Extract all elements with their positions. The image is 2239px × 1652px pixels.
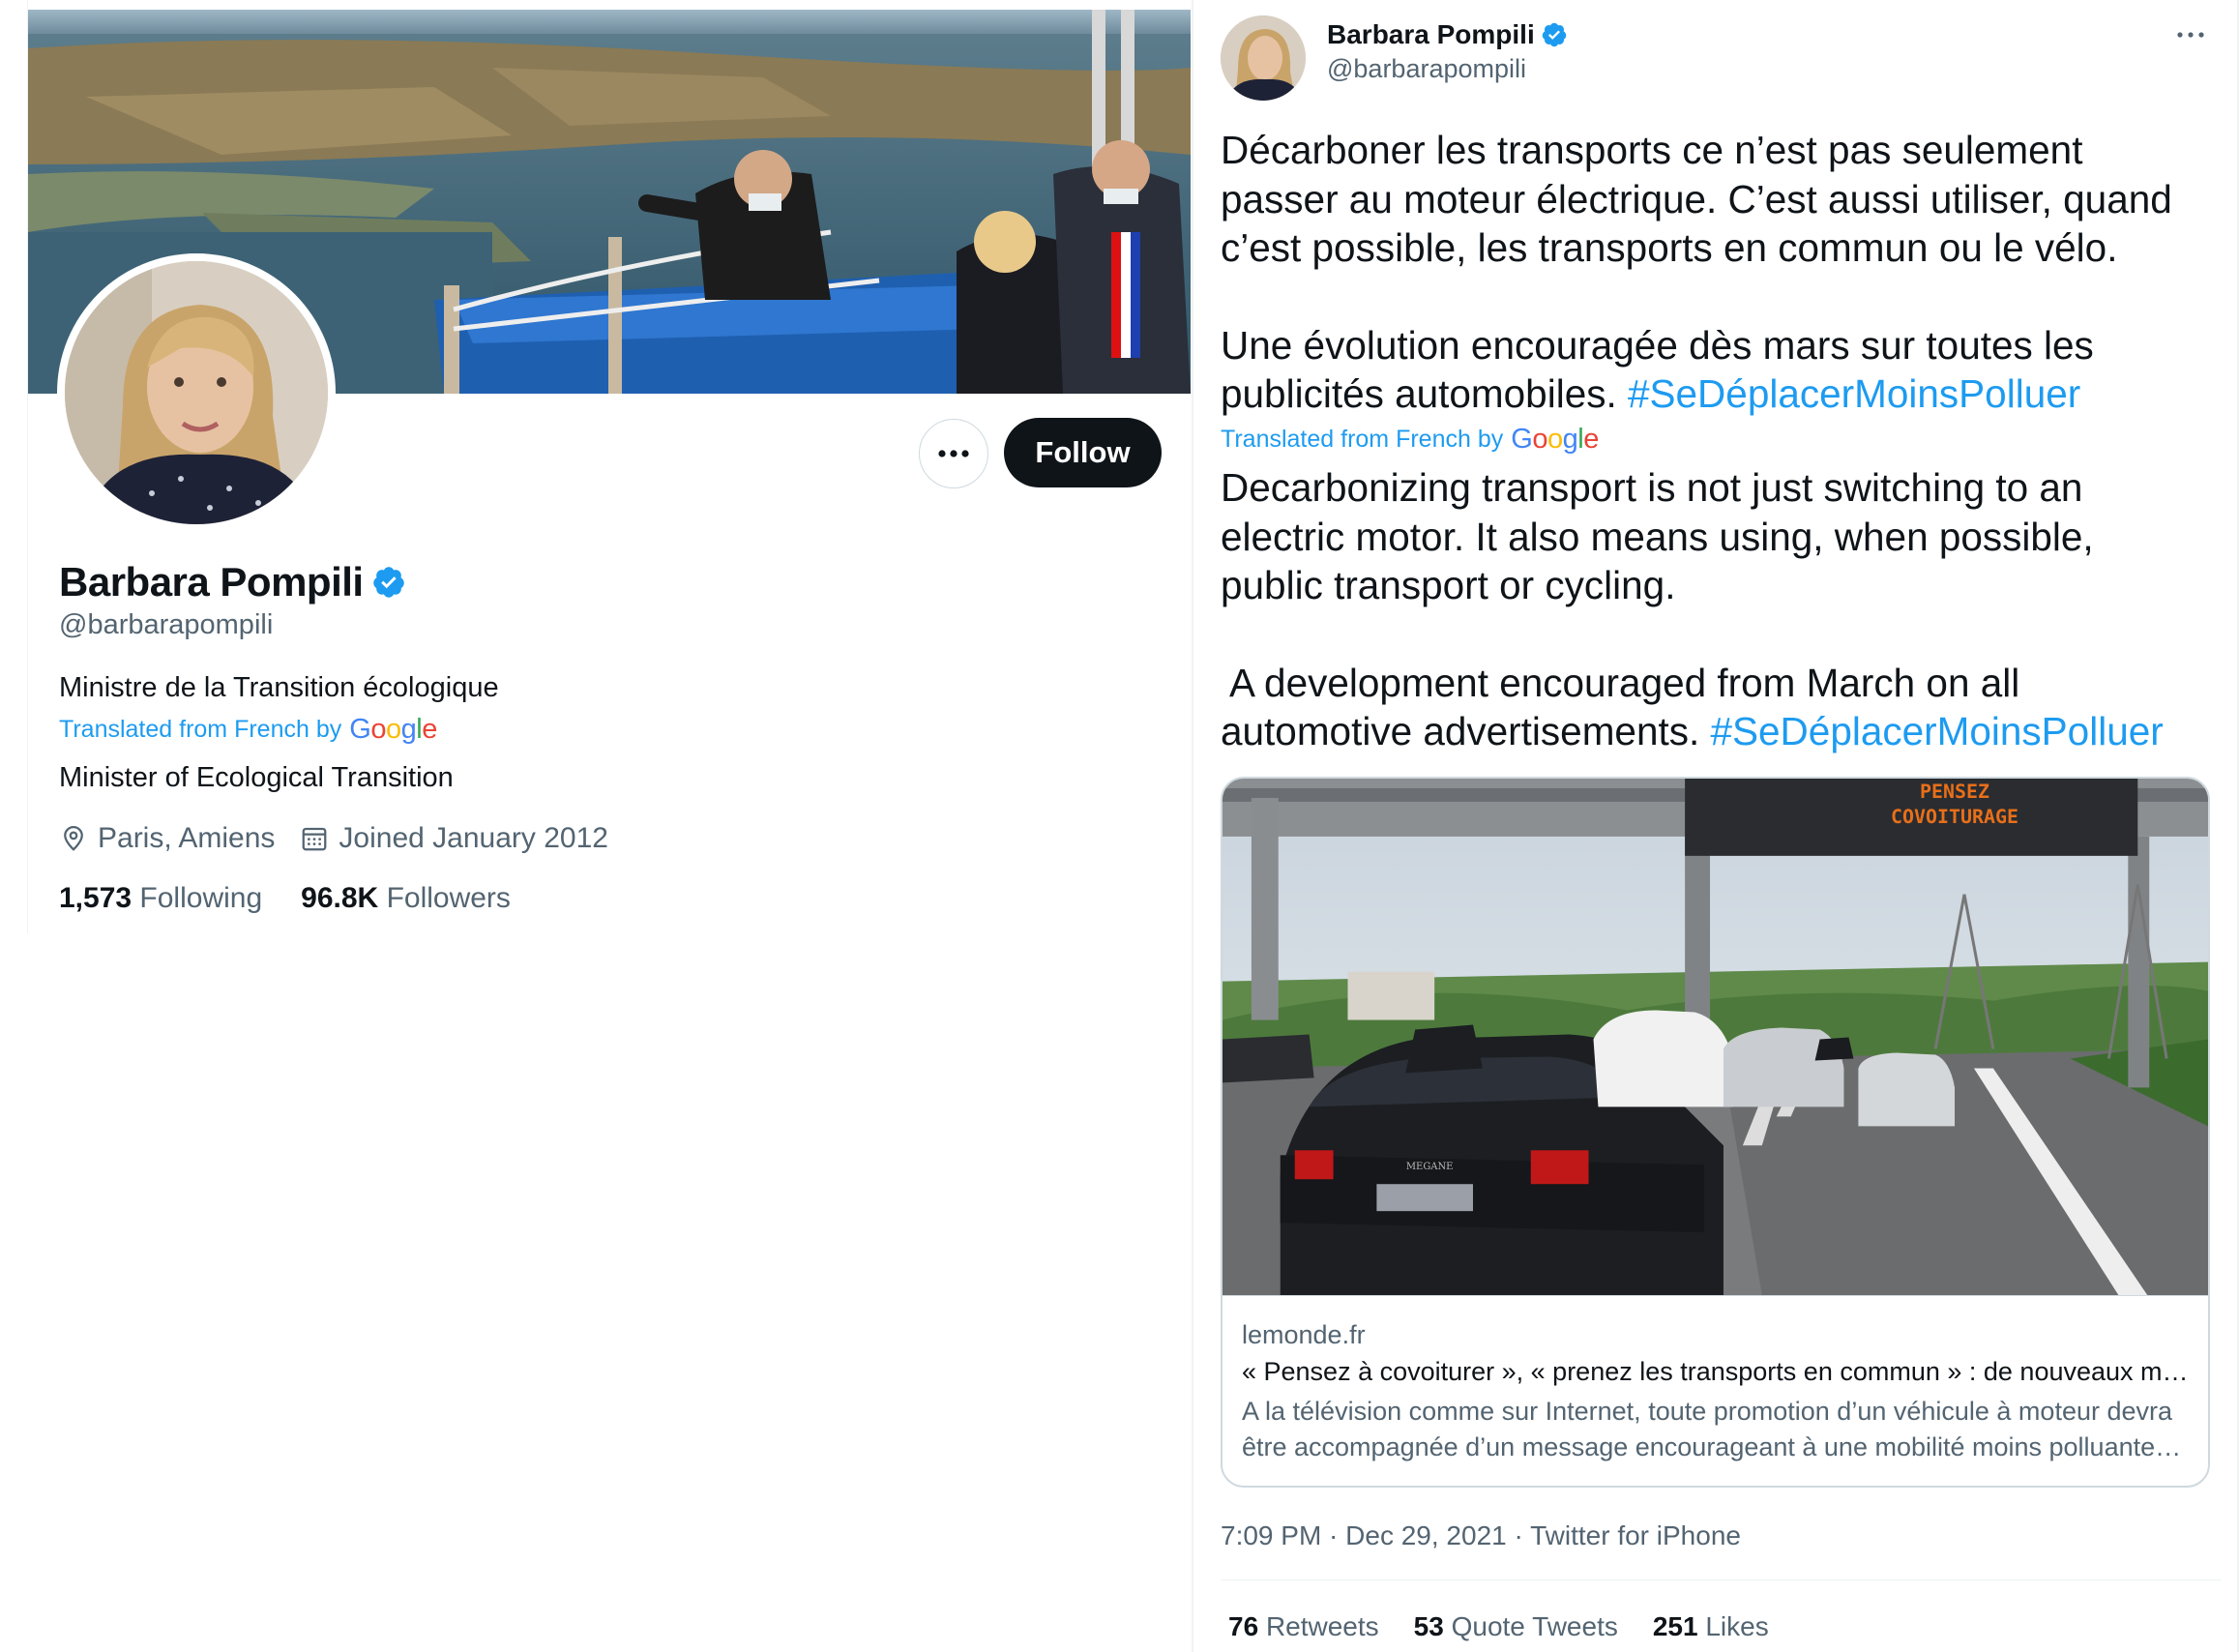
tweet-translation-fragment: automotive advertisements.	[1221, 709, 1711, 753]
likes-label: Likes	[1705, 1611, 1769, 1641]
tweet-author-name[interactable]: Barbara Pompili	[1327, 19, 1568, 50]
hashtag-link[interactable]: #SeDéplacerMoinsPolluer	[1628, 371, 2080, 416]
card-sign-line2: COVOITURAGE	[1891, 805, 2018, 828]
link-preview-card[interactable]: PENSEZ COVOITURAGE MEGANE lemonde.fr « P…	[1221, 777, 2210, 1488]
tweet-translation: Decarbonizing transport is not just swit…	[1221, 463, 2226, 756]
profile-panel: Follow Barbara Pompili @barbarapompili M…	[27, 0, 1191, 933]
tweet-translation-line: Decarbonizing transport is not just swit…	[1221, 465, 2083, 510]
quotes-label: Quote Tweets	[1451, 1611, 1618, 1641]
tweet-translation-line: public transport or cycling.	[1221, 563, 1676, 607]
tweet-more-button[interactable]	[2171, 21, 2210, 48]
calendar-icon	[303, 827, 327, 851]
joined-text: Joined January 2012	[339, 822, 608, 854]
tweet-author-avatar[interactable]	[1221, 15, 1306, 101]
followers-link[interactable]: 96.8K Followers	[301, 882, 511, 915]
quotes-count: 53	[1413, 1611, 1444, 1641]
tweet-timestamp[interactable]: 7:09 PM · Dec 29, 2021 · Twitter for iPh…	[1221, 1520, 1741, 1551]
followers-label: Followers	[386, 882, 511, 914]
profile-bio-translated: Minister of Ecological Transition	[59, 762, 454, 793]
profile-name-text: Barbara Pompili	[59, 559, 364, 605]
tweet-text-fragment: publicités automobiles.	[1221, 371, 1628, 416]
tweet-text-line: passer au moteur électrique. C’est aussi…	[1221, 176, 2172, 221]
tweet-translation-line: A development encouraged from March on a…	[1221, 660, 2020, 705]
card-sign-line1: PENSEZ	[1920, 780, 1989, 803]
verified-badge-icon	[372, 567, 404, 598]
profile-stats: 1,573 Following 96.8K Followers	[59, 882, 511, 915]
profile-display-name: Barbara Pompili	[59, 559, 406, 605]
card-domain: lemonde.fr	[1242, 1320, 1366, 1349]
likes-link[interactable]: 251 Likes	[1653, 1611, 1769, 1642]
card-title: « Pensez à covoiturer », « prenez les tr…	[1242, 1357, 2195, 1386]
tweet-engagement-stats: 76 Retweets 53 Quote Tweets 251 Likes	[1228, 1611, 1769, 1642]
profile-bio: Ministre de la Transition écologique	[59, 672, 499, 703]
google-logo-icon: Google	[1511, 424, 1599, 455]
retweets-link[interactable]: 76 Retweets	[1228, 1611, 1379, 1642]
profile-more-button[interactable]	[919, 419, 988, 488]
tweet-text-line: c’est possible, les transports en commun…	[1221, 225, 2118, 270]
tweet-translation-line: electric motor. It also means using, whe…	[1221, 514, 2094, 559]
following-count: 1,573	[59, 882, 133, 914]
tweet-text: Décarboner les transports ce n’est pas s…	[1221, 126, 2226, 419]
tweet-author-name-text: Barbara Pompili	[1327, 19, 1535, 49]
likes-count: 251	[1652, 1611, 1698, 1641]
retweets-count: 76	[1228, 1611, 1259, 1641]
ellipsis-icon	[938, 450, 969, 457]
location-pin-icon	[64, 826, 83, 851]
link-preview-image: PENSEZ COVOITURAGE MEGANE	[1223, 779, 2208, 1296]
tweet-translated-link[interactable]: Translated from French by Google	[1221, 424, 1599, 456]
profile-translated-link[interactable]: Translated from French by Google	[59, 714, 437, 746]
translated-label: Translated from French by	[1221, 426, 1504, 453]
follow-button[interactable]: Follow	[1004, 418, 1162, 487]
profile-handle: @barbarapompili	[59, 609, 274, 640]
tweet-text-line: publicités automobiles. #SeDéplacerMoins…	[1221, 369, 2226, 419]
quote-tweets-link[interactable]: 53 Quote Tweets	[1414, 1611, 1618, 1642]
divider	[1221, 1579, 2222, 1580]
translated-label: Translated from French by	[59, 716, 342, 743]
verified-badge-icon	[1542, 22, 1566, 47]
ellipsis-icon	[2177, 32, 2204, 38]
card-description: A la télévision comme sur Internet, tout…	[1242, 1397, 2173, 1461]
profile-avatar[interactable]	[57, 253, 336, 532]
card-car-badge: MEGANE	[1406, 1162, 1454, 1172]
following-label: Following	[139, 882, 263, 914]
tweet-text-line: Une évolution encouragée dès mars sur to…	[1221, 322, 2094, 368]
retweets-label: Retweets	[1265, 1611, 1379, 1641]
tweet-author-handle[interactable]: @barbarapompili	[1327, 54, 1526, 84]
hashtag-link[interactable]: #SeDéplacerMoinsPolluer	[1711, 709, 2164, 753]
tweet-translation-line: automotive advertisements. #SeDéplacerMo…	[1221, 707, 2226, 756]
following-link[interactable]: 1,573 Following	[59, 882, 262, 915]
profile-location: Paris, Amiens	[59, 822, 275, 855]
google-logo-icon: Google	[349, 714, 437, 745]
tweet-text-line: Décarboner les transports ce n’est pas s…	[1221, 128, 2083, 172]
profile-joined: Joined January 2012	[300, 822, 608, 855]
profile-meta: Paris, Amiens Joined January 2012	[59, 822, 633, 855]
followers-count: 96.8K	[301, 882, 379, 914]
location-text: Paris, Amiens	[98, 822, 276, 854]
tweet-panel: Barbara Pompili @barbarapompili Décarbon…	[1192, 0, 2239, 1652]
